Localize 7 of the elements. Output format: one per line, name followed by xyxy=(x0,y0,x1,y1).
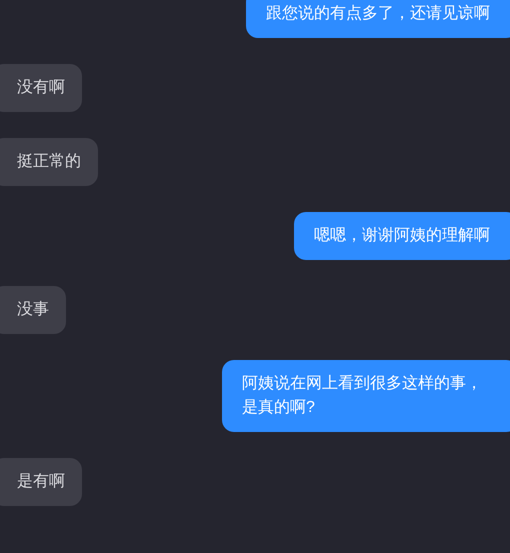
sent-message: 跟您说的有点多了，还请见谅啊 xyxy=(246,0,510,38)
sent-message: 阿姨说在网上看到很多这样的事，是真的啊? xyxy=(222,360,510,432)
received-message: 是有啊 xyxy=(0,458,82,506)
received-message: 没有啊 xyxy=(0,64,82,112)
sent-message: 嗯嗯，谢谢阿姨的理解啊 xyxy=(294,212,510,260)
received-message: 没事 xyxy=(0,286,66,334)
received-message: 挺正常的 xyxy=(0,138,98,186)
